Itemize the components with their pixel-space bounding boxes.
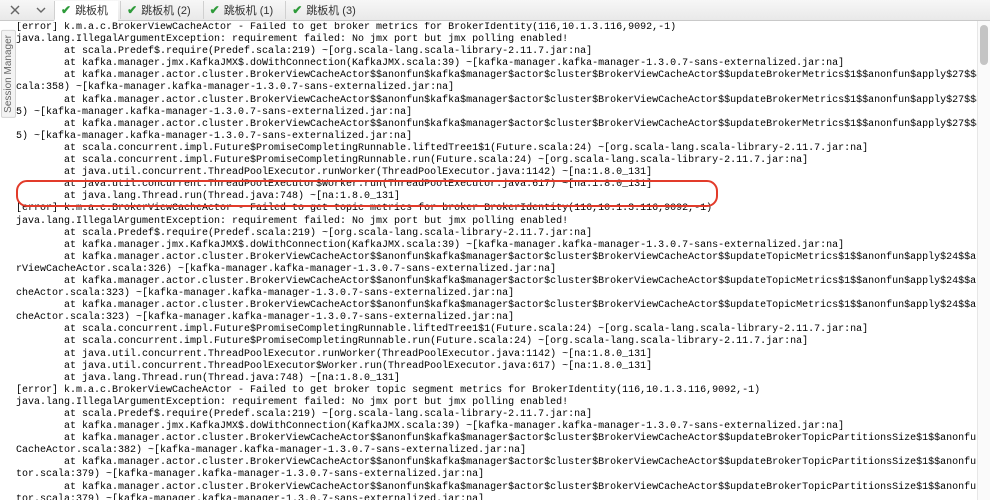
tab-label: 跳板机: [75, 2, 108, 18]
tab-label: 跳板机 (2): [141, 2, 191, 18]
tab-1[interactable]: ✔ 跳板机 (2): [120, 1, 201, 19]
chevron-down-icon: [36, 5, 46, 15]
vertical-scrollbar[interactable]: [977, 21, 990, 500]
check-icon: ✔: [210, 4, 220, 16]
close-tab-button[interactable]: [4, 1, 26, 19]
scrollbar-thumb[interactable]: [980, 25, 988, 65]
check-icon: ✔: [61, 4, 71, 16]
tab-3[interactable]: ✔ 跳板机 (3): [285, 1, 366, 19]
tab-2[interactable]: ✔ 跳板机 (1): [203, 1, 284, 19]
check-icon: ✔: [127, 4, 137, 16]
tab-label: 跳板机 (3): [306, 2, 356, 18]
terminal-tabbar: ✔ 跳板机 ✔ 跳板机 (2) ✔ 跳板机 (1) ✔ 跳板机 (3): [0, 0, 990, 21]
close-icon: [10, 5, 20, 15]
terminal-output[interactable]: [error] k.m.a.c.BrokerViewCacheActor - F…: [14, 22, 990, 500]
tab-0[interactable]: ✔ 跳板机: [54, 1, 118, 21]
check-icon: ✔: [292, 4, 302, 16]
tab-menu-button[interactable]: [30, 1, 52, 19]
tab-label: 跳板机 (1): [224, 2, 274, 18]
